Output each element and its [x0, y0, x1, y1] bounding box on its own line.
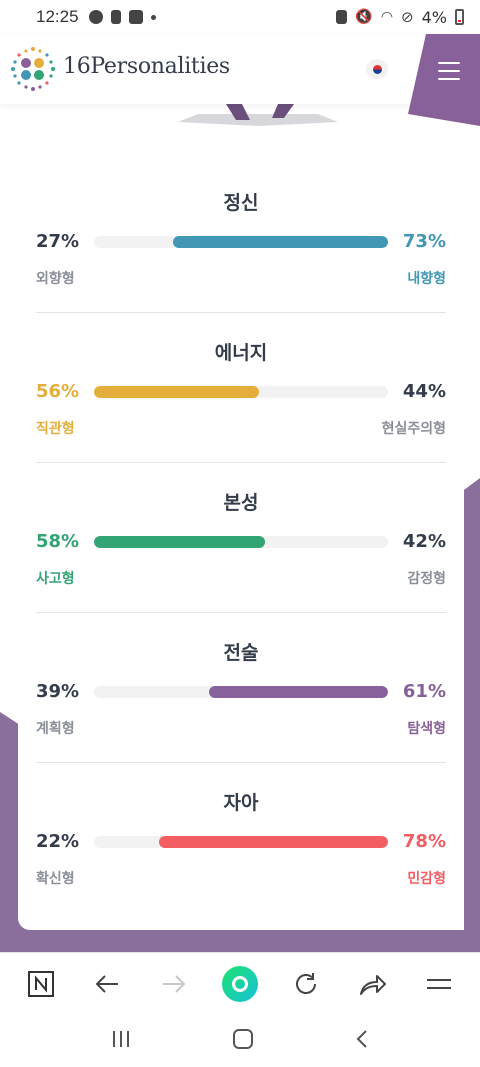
- trait-label: 본성: [223, 492, 259, 514]
- left-percent: 22%: [36, 831, 80, 852]
- trait-bar-track: [94, 236, 388, 248]
- right-percent: 73%: [402, 231, 446, 252]
- battery-saver-icon: [336, 10, 348, 24]
- more-dot-icon: [150, 14, 156, 20]
- recent-apps-icon[interactable]: [111, 1030, 131, 1052]
- trait-row: 전술 39% 61% 계획형 탐색형: [36, 554, 446, 763]
- trait-row: 자아 22% 78% 확신형 민감형: [36, 704, 446, 887]
- wifi-icon: ◠: [380, 9, 394, 25]
- reload-icon[interactable]: [286, 964, 326, 1004]
- site-header: 16Personalities: [0, 34, 480, 126]
- right-percent: 42%: [402, 531, 446, 552]
- forward-arrow-icon[interactable]: [154, 964, 194, 1004]
- trait-row: 본성 58% 42% 사고형 감정형: [36, 404, 446, 613]
- left-percent: 58%: [36, 531, 80, 552]
- left-percent: 27%: [36, 231, 80, 252]
- right-trait-name: 민감형: [407, 871, 446, 887]
- trait-bar-track: [94, 686, 388, 698]
- browser-toolbar: [0, 952, 480, 1014]
- back-icon[interactable]: [355, 1029, 369, 1053]
- right-percent: 61%: [402, 681, 446, 702]
- share-icon[interactable]: [353, 964, 393, 1004]
- trait-label: 전술: [223, 642, 259, 664]
- left-percent: 39%: [36, 681, 80, 702]
- trait-bar-track: [94, 836, 388, 848]
- naver-n-icon[interactable]: [21, 964, 61, 1004]
- trait-bar-track: [94, 386, 388, 398]
- trait-bar-fill: [173, 236, 388, 248]
- trait-bar-fill: [94, 536, 265, 548]
- left-trait-name: 확신형: [36, 871, 75, 887]
- traits-list: 정신 27% 73% 외향형 내향형 에너지 56% 44% 직관형 현실주의형 본성 58% 42% 사…: [18, 104, 464, 930]
- trait-label: 자아: [223, 792, 259, 814]
- korean-flag-icon[interactable]: [366, 59, 388, 79]
- trait-label: 정신: [223, 192, 259, 214]
- back-arrow-icon[interactable]: [87, 964, 127, 1004]
- trait-row: 정신 27% 73% 외향형 내향형: [36, 104, 446, 313]
- hamburger-menu-icon[interactable]: [438, 62, 460, 80]
- system-nav-bar: [0, 1014, 480, 1067]
- gallery-icon: [128, 10, 143, 24]
- trait-row: 에너지 56% 44% 직관형 현실주의형: [36, 254, 446, 463]
- home-icon[interactable]: [232, 1028, 254, 1054]
- menu-lines-icon[interactable]: [419, 964, 459, 1004]
- alert-icon: [110, 10, 121, 24]
- left-percent: 56%: [36, 381, 80, 402]
- trait-bar-fill: [159, 836, 388, 848]
- menu-button[interactable]: [408, 22, 480, 126]
- trait-bar-track: [94, 536, 388, 548]
- trait-bar-fill: [209, 686, 388, 698]
- 16personalities-logo-icon[interactable]: [10, 46, 56, 92]
- right-percent: 44%: [402, 381, 446, 402]
- status-time: 12:25: [36, 7, 79, 26]
- notification-icon: [88, 10, 103, 24]
- trait-label: 에너지: [214, 342, 268, 364]
- trait-bar-fill: [94, 386, 259, 398]
- brand-name[interactable]: 16Personalities: [63, 54, 230, 79]
- right-percent: 78%: [402, 831, 446, 852]
- mute-icon: 🔇: [355, 9, 373, 25]
- green-search-icon[interactable]: [220, 964, 260, 1004]
